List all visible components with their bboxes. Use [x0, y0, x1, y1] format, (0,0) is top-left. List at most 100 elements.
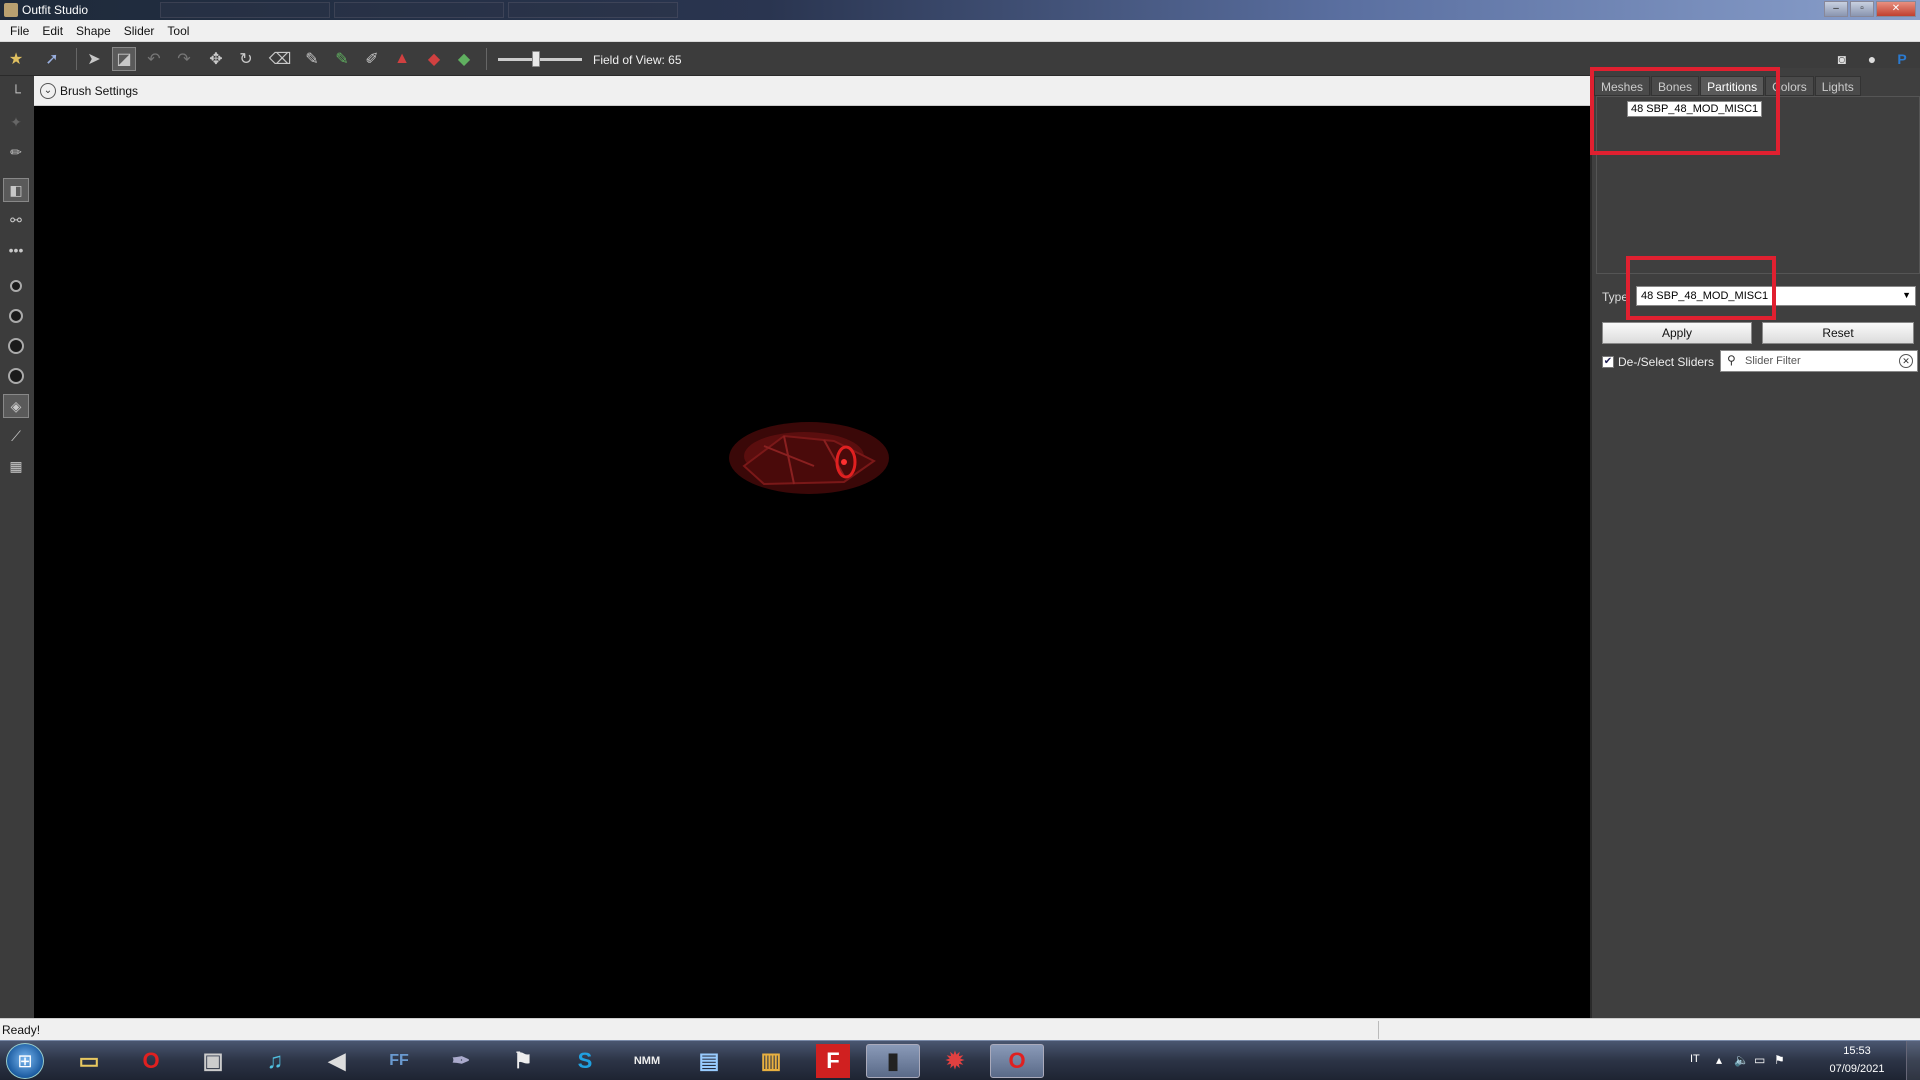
start-button[interactable]: ⊞	[6, 1043, 44, 1079]
edge-icon[interactable]: ⟋	[3, 424, 29, 448]
tray-expand-icon[interactable]: ▴	[1716, 1053, 1722, 1067]
minimize-button[interactable]: –	[1824, 1, 1848, 17]
status-text: Ready!	[2, 1023, 41, 1037]
pencil-icon[interactable]: ✏	[3, 140, 29, 164]
menu-edit[interactable]: Edit	[38, 24, 72, 38]
gear-app-icon[interactable]: ✹	[928, 1044, 982, 1078]
music-app-icon[interactable]: ♫	[248, 1044, 302, 1078]
file-explorer-icon[interactable]: ▭	[62, 1044, 116, 1078]
type-label: Type	[1602, 290, 1629, 304]
clock-time[interactable]: 15:53	[1822, 1045, 1892, 1057]
select-icon[interactable]: ➤	[82, 47, 106, 71]
clear-icon[interactable]: ✕	[1899, 354, 1913, 368]
window-title: Outfit Studio	[22, 3, 89, 17]
fov-slider-track[interactable]	[498, 58, 582, 61]
deselect-sliders-checkbox[interactable]: ✔ De-/Select Sliders	[1602, 355, 1714, 369]
mesh-model[interactable]	[724, 416, 894, 500]
inflate-icon[interactable]: ◆	[422, 47, 446, 71]
point-size-large-icon[interactable]	[3, 334, 29, 358]
new-project-icon[interactable]: ★	[4, 47, 28, 71]
3d-viewport[interactable]	[34, 106, 1590, 1018]
clock-date[interactable]: 07/09/2021	[1822, 1063, 1892, 1075]
toolbar-separator	[76, 48, 77, 70]
left-toolbar: └ ✦ ✏ ◧ ⚯ ••• ◈ ⟋ ▦	[0, 76, 34, 1018]
background-tab	[160, 2, 330, 18]
language-indicator[interactable]: IT	[1690, 1053, 1700, 1065]
global-brush-icon[interactable]: •••	[3, 238, 29, 262]
opera-active-icon[interactable]: O	[990, 1044, 1044, 1078]
undo-icon[interactable]: ↶	[142, 47, 166, 71]
windows-taskbar: ⊞ ▭ O ▣ ♫ ◀ FF ✒ ⚑ S NMM ▤ ▥ F ▮ ✹ O IT …	[0, 1040, 1920, 1080]
point-size-medium-icon[interactable]	[3, 304, 29, 328]
window-app-icon[interactable]: ▤	[682, 1044, 736, 1078]
deflate-icon[interactable]: ◆	[452, 47, 476, 71]
github-icon[interactable]: ●	[1860, 48, 1884, 70]
menu-bar: File Edit Shape Slider Tool	[0, 20, 1920, 42]
redo-icon[interactable]: ↷	[172, 47, 196, 71]
menu-slider[interactable]: Slider	[120, 24, 164, 38]
background-tab	[334, 2, 504, 18]
point-size-small-icon[interactable]	[3, 274, 29, 298]
slider-filter-field[interactable]: ⚲ Slider Filter ✕	[1720, 350, 1918, 372]
people-app-icon[interactable]: ⚑	[496, 1044, 550, 1078]
deselect-sliders-label: De-/Select Sliders	[1618, 355, 1715, 369]
media-app-icon[interactable]: ▣	[186, 1044, 240, 1078]
connected-icon[interactable]: ⚯	[3, 208, 29, 232]
apply-button[interactable]: Apply	[1602, 322, 1752, 344]
quill-app-icon[interactable]: ✒	[434, 1044, 488, 1078]
chevron-down-icon: ▼	[1902, 290, 1911, 300]
brush-icon[interactable]: ✎	[300, 47, 324, 71]
show-desktop-button[interactable]	[1906, 1041, 1920, 1080]
grid-icon[interactable]: ▦	[3, 454, 29, 478]
volume-icon[interactable]: 🔈	[1734, 1053, 1749, 1067]
load-project-icon[interactable]: ➚	[40, 47, 64, 71]
f-app-icon[interactable]: F	[816, 1044, 850, 1078]
move-icon[interactable]: ✥	[204, 47, 228, 71]
skype-icon[interactable]: S	[558, 1044, 612, 1078]
highlight-box-type	[1626, 256, 1776, 320]
ffdec-icon[interactable]: FF	[372, 1044, 426, 1078]
app-icon	[4, 3, 18, 17]
highlight-box-partitions	[1590, 67, 1780, 155]
chevron-down-icon[interactable]: ⌄	[40, 83, 56, 99]
discord-icon[interactable]: ◙	[1830, 48, 1854, 70]
background-tabs	[160, 2, 678, 20]
outfit-studio-taskbar-icon[interactable]: ▮	[866, 1044, 920, 1078]
weight-brush-icon[interactable]: ▲	[390, 47, 414, 71]
fov-label: Field of View: 65	[593, 53, 682, 67]
pin-icon[interactable]: ✦	[3, 110, 29, 134]
rotate-icon[interactable]: ↻	[234, 47, 258, 71]
chart-app-icon[interactable]: ▥	[744, 1044, 798, 1078]
checkbox-checked-icon[interactable]: ✔	[1602, 356, 1614, 368]
tab-lights[interactable]: Lights	[1814, 76, 1861, 96]
cube-icon[interactable]: ◈	[3, 394, 29, 418]
opera-icon[interactable]: O	[124, 1044, 178, 1078]
menu-shape[interactable]: Shape	[72, 24, 120, 38]
reset-button[interactable]: Reset	[1762, 322, 1914, 344]
color-brush-icon[interactable]: ✎	[330, 47, 354, 71]
action-center-flag-icon[interactable]: ⚑	[1774, 1053, 1785, 1067]
menu-tool[interactable]: Tool	[163, 24, 198, 38]
mirror-icon[interactable]: ◧	[3, 178, 29, 202]
menu-file[interactable]: File	[6, 24, 38, 38]
brush-settings-label[interactable]: Brush Settings	[60, 84, 138, 98]
nmm-icon[interactable]: NMM	[620, 1044, 674, 1078]
mask-brush-icon[interactable]: ◪	[112, 47, 136, 71]
close-button[interactable]: ✕	[1876, 1, 1916, 17]
audio-app-icon[interactable]: ◀	[310, 1044, 364, 1078]
paypal-icon[interactable]: P	[1890, 48, 1914, 70]
brush-settings-bar: ⌄ Brush Settings	[34, 76, 1590, 106]
background-tab	[508, 2, 678, 18]
network-icon[interactable]: ▭	[1754, 1053, 1765, 1067]
point-size-xlarge-icon[interactable]	[3, 364, 29, 388]
alpha-brush-icon[interactable]: ✐	[360, 47, 384, 71]
fov-slider-thumb[interactable]	[532, 51, 540, 67]
maximize-button[interactable]: ▫	[1850, 1, 1874, 17]
status-bar: Ready!	[0, 1018, 1920, 1040]
title-bar: Outfit Studio – ▫ ✕	[0, 0, 1920, 20]
right-panel: Meshes Bones Partitions Colors Lights 48…	[1590, 67, 1920, 1018]
system-tray: IT ▴ 🔈 ▭ ⚑ 15:53 07/09/2021	[1690, 1041, 1920, 1080]
erase-icon[interactable]: ⌫	[268, 47, 292, 71]
status-separator	[1378, 1021, 1379, 1039]
axis-icon[interactable]: └	[3, 80, 29, 104]
